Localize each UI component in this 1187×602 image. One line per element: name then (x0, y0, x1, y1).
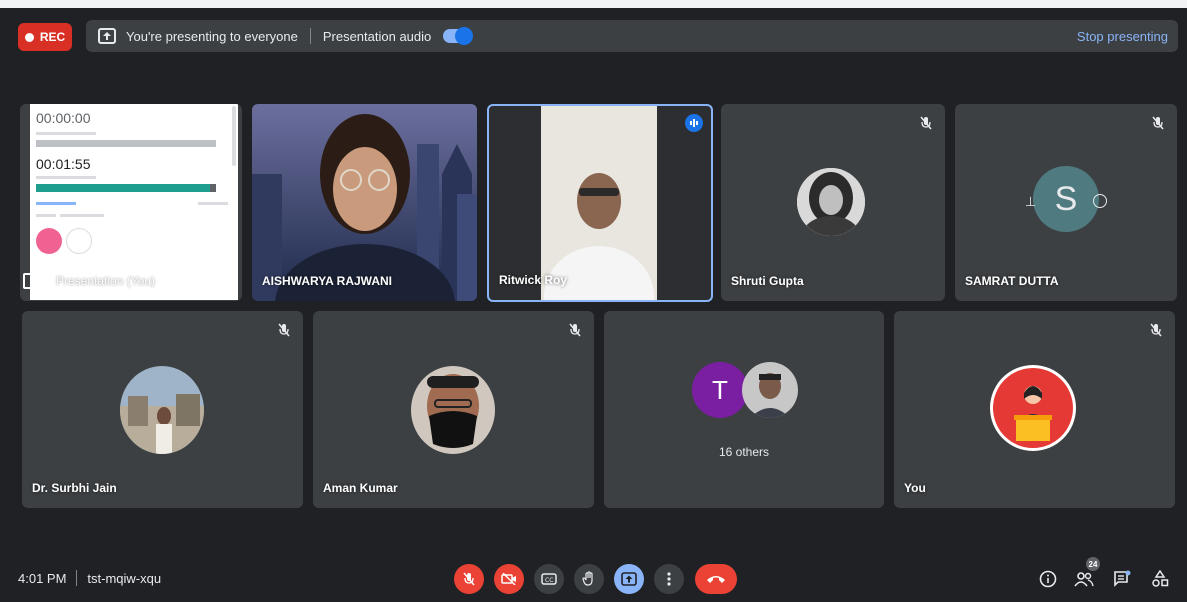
mic-off-icon (275, 321, 293, 339)
presentation-timer-1: 00:00:00 (36, 110, 91, 126)
participant-name: Shruti Gupta (731, 274, 804, 288)
participant-video (252, 104, 477, 301)
participant-avatar: S (1033, 166, 1099, 232)
presentation-bar: You're presenting to everyone Presentati… (86, 20, 1178, 52)
recording-badge: REC (18, 23, 72, 51)
toggle-knob (455, 27, 474, 45)
mic-off-icon (917, 114, 935, 132)
presentation-timer-2: 00:01:55 (36, 156, 91, 172)
presentation-line (198, 202, 228, 205)
speaking-indicator-icon (685, 114, 703, 132)
more-vert-icon (667, 572, 671, 586)
recording-label: REC (39, 30, 66, 44)
participant-avatar (797, 168, 865, 236)
raise-hand-button[interactable] (574, 564, 604, 594)
participant-tile-ritwick[interactable]: Ritwick Roy (487, 104, 713, 302)
presentation-scrollbar (232, 106, 236, 166)
presentation-tile[interactable]: 00:00:00 00:01:55 Presentation (You) (20, 104, 242, 301)
others-count-label: 16 others (718, 445, 770, 459)
participant-tile-samrat[interactable]: S ⊥ SAMRAT DUTTA (955, 104, 1177, 301)
divider (309, 28, 311, 44)
divider (76, 570, 78, 586)
camera-toggle-button[interactable] (494, 564, 524, 594)
presentation-audio-toggle[interactable] (443, 27, 474, 45)
presentation-line (36, 214, 56, 217)
pin-icon: ⊥ (1025, 194, 1037, 209)
participant-name: AISHWARYA RAJWANI (262, 274, 393, 288)
mic-off-icon (1147, 321, 1165, 339)
participant-name: Dr. Surbhi Jain (32, 481, 117, 495)
presentation-content: 00:00:00 00:01:55 (30, 104, 238, 300)
present-screen-icon (98, 27, 116, 45)
chat-button[interactable] (1111, 568, 1133, 590)
end-call-icon (707, 576, 725, 583)
mic-off-icon (566, 321, 584, 339)
participant-tile-you[interactable]: You (894, 311, 1175, 508)
meeting-info: 4:01 PM tst-mqiw-xqu (18, 570, 161, 586)
chat-icon (1114, 570, 1131, 587)
participant-name: SAMRAT DUTTA (965, 274, 1059, 288)
present-screen-icon (621, 572, 637, 586)
participants-count-badge: 24 (1086, 557, 1100, 571)
presentation-bar-grey (36, 140, 216, 147)
presentation-audio-label: Presentation audio (322, 28, 432, 44)
top-edge-strip (0, 0, 1187, 8)
activities-button[interactable] (1149, 568, 1171, 590)
leave-call-button[interactable] (695, 564, 737, 594)
presentation-white-button (66, 228, 92, 254)
speaker-avatar (990, 365, 1076, 451)
hand-icon (582, 571, 593, 586)
presentation-label: Presentation (You) (56, 274, 155, 288)
meeting-details-button[interactable] (1037, 568, 1059, 590)
present-icon-small (23, 273, 39, 289)
participant-avatar (411, 366, 495, 454)
stop-presenting-button[interactable]: Stop presenting (1077, 29, 1168, 44)
participant-tile-surbhi[interactable]: Dr. Surbhi Jain (22, 311, 303, 508)
presentation-link-line (36, 202, 76, 205)
participants-button[interactable] (1073, 568, 1095, 590)
participant-tile-shruti[interactable]: Shruti Gupta (721, 104, 945, 301)
presenting-status-text: You're presenting to everyone (126, 28, 298, 44)
presentation-progress-end (210, 184, 216, 192)
participant-name: Ritwick Roy (499, 273, 568, 287)
participant-video (541, 106, 657, 300)
meeting-code: tst-mqiw-xqu (87, 570, 162, 586)
people-icon (1074, 572, 1094, 587)
presentation-line (60, 214, 104, 217)
record-dot-icon (24, 32, 34, 42)
info-icon (1039, 570, 1057, 588)
participant-name: Aman Kumar (323, 481, 398, 495)
more-options-button[interactable] (654, 564, 684, 594)
svg-text:CC: CC (545, 577, 553, 584)
others-tile[interactable]: T 16 others (604, 311, 884, 508)
participant-tile-aishwarya[interactable]: AISHWARYA RAJWANI (252, 104, 477, 301)
remove-icon (1093, 194, 1107, 208)
camera-off-icon (501, 573, 516, 585)
current-time: 4:01 PM (18, 570, 67, 586)
activities-icon (1152, 570, 1169, 587)
others-avatar-photo (742, 362, 798, 418)
presentation-pink-button (36, 228, 62, 254)
presentation-line (36, 176, 96, 179)
presentation-progress-bar (36, 184, 210, 192)
presentation-line (36, 132, 96, 135)
mic-toggle-button[interactable] (454, 564, 484, 594)
participant-name: You (904, 481, 926, 495)
present-now-button[interactable] (614, 564, 644, 594)
others-avatar-initial: T (692, 362, 748, 418)
participant-avatar (120, 366, 204, 454)
participant-tile-aman[interactable]: Aman Kumar (313, 311, 594, 508)
mic-off-icon (463, 572, 475, 586)
captions-button[interactable]: CC (534, 564, 564, 594)
captions-icon: CC (541, 573, 557, 585)
mic-off-icon (1149, 114, 1167, 132)
